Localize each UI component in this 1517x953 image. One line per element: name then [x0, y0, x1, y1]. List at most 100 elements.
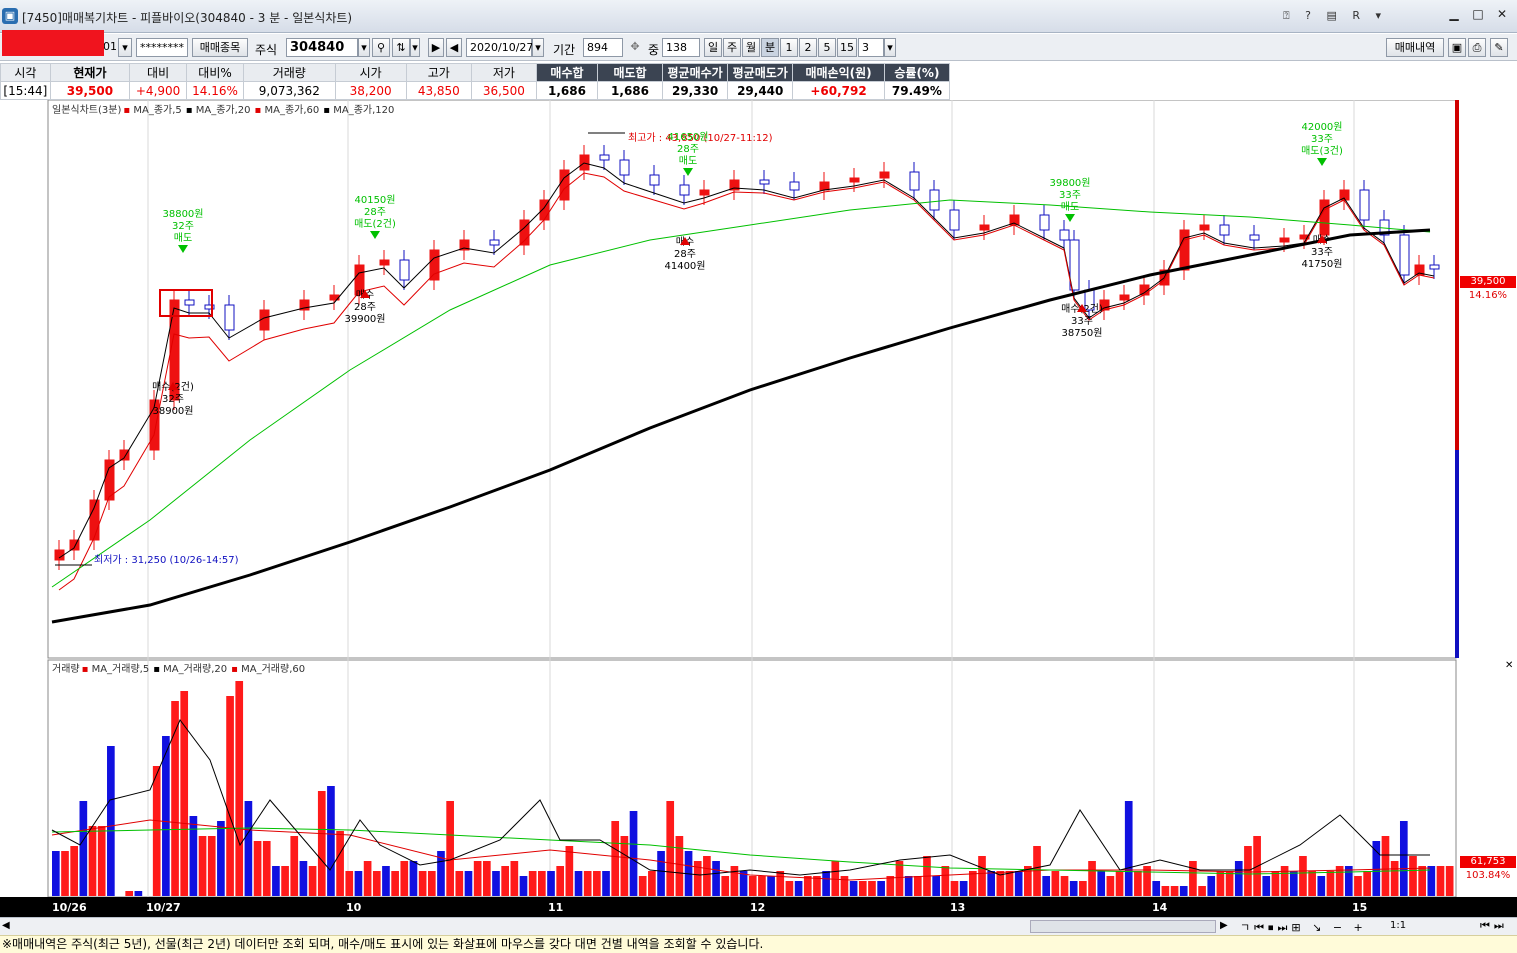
period-week-button[interactable]: 주 [723, 38, 741, 57]
scroll-thumb[interactable] [1030, 920, 1216, 933]
trade-items-button[interactable]: 매매종목 [192, 38, 248, 57]
volume-bar [1079, 881, 1087, 896]
volume-bar [657, 851, 665, 896]
minute-dropdown-button[interactable]: ▾ [884, 38, 896, 57]
window-title: [7450]매매복기차트 - 피플바이오(304840 - 3 분 - 일본식차… [22, 11, 353, 25]
volume-bar [244, 801, 253, 896]
x-axis-label-3: 11 [548, 901, 564, 914]
account-dropdown-button[interactable]: ▾ [118, 38, 132, 57]
sort-icon[interactable]: ⇅ [392, 38, 410, 57]
price-volume-chart[interactable]: 최고가 : 43,850 (10/27-11:12)최저가 : 31,250 (… [0, 99, 1517, 898]
trade-annotation-text: 41750원 [1301, 258, 1342, 270]
volume-bar [79, 801, 88, 896]
volume-bar [703, 856, 711, 896]
search-icon[interactable]: ⚲ [372, 38, 390, 57]
quote-table: 시각 현재가 대비 대비% 거래량 시가 고가 저가 매수합 매도합 평균매수가 평균매도가 매매손익(… [0, 63, 951, 100]
trade-annotation-text: 33주 [1071, 316, 1093, 327]
save-icon[interactable]: ▣ [1448, 38, 1466, 57]
volume-bar [583, 871, 592, 896]
print-icon[interactable]: ⎙ [1468, 38, 1486, 57]
move-icon[interactable]: ✥ [625, 38, 645, 57]
volume-bar [1436, 866, 1445, 896]
candle-body [879, 171, 890, 179]
date-dropdown-button[interactable]: ▾ [532, 38, 544, 57]
scroll-left-icon[interactable]: ◀ [2, 920, 10, 931]
prev-arrow-icon[interactable]: ◀ [446, 38, 462, 57]
period-1-button[interactable]: 1 [780, 38, 798, 57]
price-range-bar-down [1455, 450, 1459, 658]
period-minute-button[interactable]: 분 [761, 38, 779, 57]
volume-bar [1390, 861, 1399, 896]
volume-bar [510, 861, 519, 896]
volume-bar [785, 881, 794, 896]
candle-body [1179, 229, 1190, 271]
volume-bar [1189, 861, 1197, 896]
trade-annotation-text: 매도 [679, 155, 697, 167]
chart-end-icons[interactable]: ⏮⏭ [1480, 919, 1508, 933]
volume-bar [446, 801, 454, 896]
chart-nav-icons[interactable]: ㄱ⏮⏹⏭⊞ ↘ − + [1240, 919, 1367, 935]
volume-bar [464, 871, 473, 896]
middle-input[interactable]: 138 [662, 38, 700, 57]
x-axis-label-5: 13 [950, 901, 966, 914]
middle-label: 중 [648, 43, 660, 57]
quote-value-3: 14.16% [186, 81, 245, 100]
trade-annotation-text: 41400원 [664, 260, 705, 272]
window-title-bar: ▣ [7450]매매복기차트 - 피플바이오(304840 - 3 분 - 일본… [0, 0, 1517, 33]
legend-item-0: ▪ MA_거래량,5 [81, 664, 150, 675]
date-input[interactable]: 2020/10/27 [466, 38, 533, 57]
volume-bar [372, 871, 381, 896]
volume-bar [189, 816, 198, 896]
volume-bar [831, 861, 840, 896]
legend-item-3: ▪ MA_종가,120 [323, 105, 395, 116]
x-axis-label-7: 15 [1352, 901, 1368, 914]
stock-code-input[interactable]: 304840 [286, 38, 358, 57]
period-input[interactable]: 894 [583, 38, 623, 57]
volume-bar [519, 876, 528, 896]
period-label: 기간 [553, 43, 576, 57]
low-price-label: 최저가 : 31,250 (10/26-14:57) [94, 554, 239, 566]
close-volume-pane-icon[interactable]: ✕ [1505, 660, 1513, 671]
quote-header-6: 고가 [405, 63, 472, 82]
volume-bar [776, 871, 785, 896]
volume-bar [1042, 876, 1051, 896]
close-button[interactable]: ✕ [1491, 5, 1513, 23]
quote-value-1: 39,500 [49, 81, 131, 100]
trade-annotation-text: 42000원 [1301, 121, 1342, 133]
title-toolbar-icons[interactable]: ⍰ ? ▤ R ▾ [1283, 9, 1387, 23]
maximize-button[interactable]: □ [1467, 5, 1489, 23]
chart-area[interactable]: 최고가 : 43,850 (10/27-11:12) 최저가 : 31,250 (… [0, 99, 1517, 898]
minimize-button[interactable]: ▁ [1443, 5, 1465, 23]
candle-body [1399, 234, 1410, 276]
volume-bar [1399, 821, 1408, 896]
scroll-right-icon[interactable]: ▶ [1220, 920, 1228, 931]
period-5-button[interactable]: 5 [818, 38, 836, 57]
password-field[interactable]: ******** [136, 38, 188, 57]
quote-header-10: 평균매수가 [662, 63, 729, 82]
stock-dropdown-button[interactable]: ▾ [358, 38, 370, 57]
trade-history-button[interactable]: 매매내역 [1386, 38, 1444, 57]
volume-bar [1198, 886, 1206, 896]
volume-bar [593, 871, 601, 896]
volume-bar [382, 866, 390, 896]
period-15-button[interactable]: 15 [837, 38, 857, 57]
volume-bar [1280, 866, 1289, 896]
horizontal-scrollbar[interactable]: ◀ ▶ ㄱ⏮⏹⏭⊞ ↘ − + 1:1 ⏮⏭ [0, 917, 1517, 935]
period-2-button[interactable]: 2 [799, 38, 817, 57]
volume-bar [721, 876, 730, 896]
volume-bar [822, 871, 830, 896]
candle-body [1119, 294, 1130, 301]
volume-bar [574, 871, 583, 896]
sort-dropdown-button[interactable]: ▾ [410, 38, 420, 57]
candle-body [819, 181, 830, 191]
volume-bar [1363, 871, 1371, 896]
minute-input[interactable]: 3 [858, 38, 884, 57]
volume-bar [565, 846, 574, 896]
volume-bar [226, 696, 234, 896]
next-arrow-icon[interactable]: ▶ [428, 38, 444, 57]
volume-bar [904, 876, 913, 896]
settings-wrench-icon[interactable]: ✎ [1490, 38, 1508, 57]
period-day-button[interactable]: 일 [704, 38, 722, 57]
period-month-button[interactable]: 월 [742, 38, 760, 57]
candle-body [679, 184, 690, 196]
